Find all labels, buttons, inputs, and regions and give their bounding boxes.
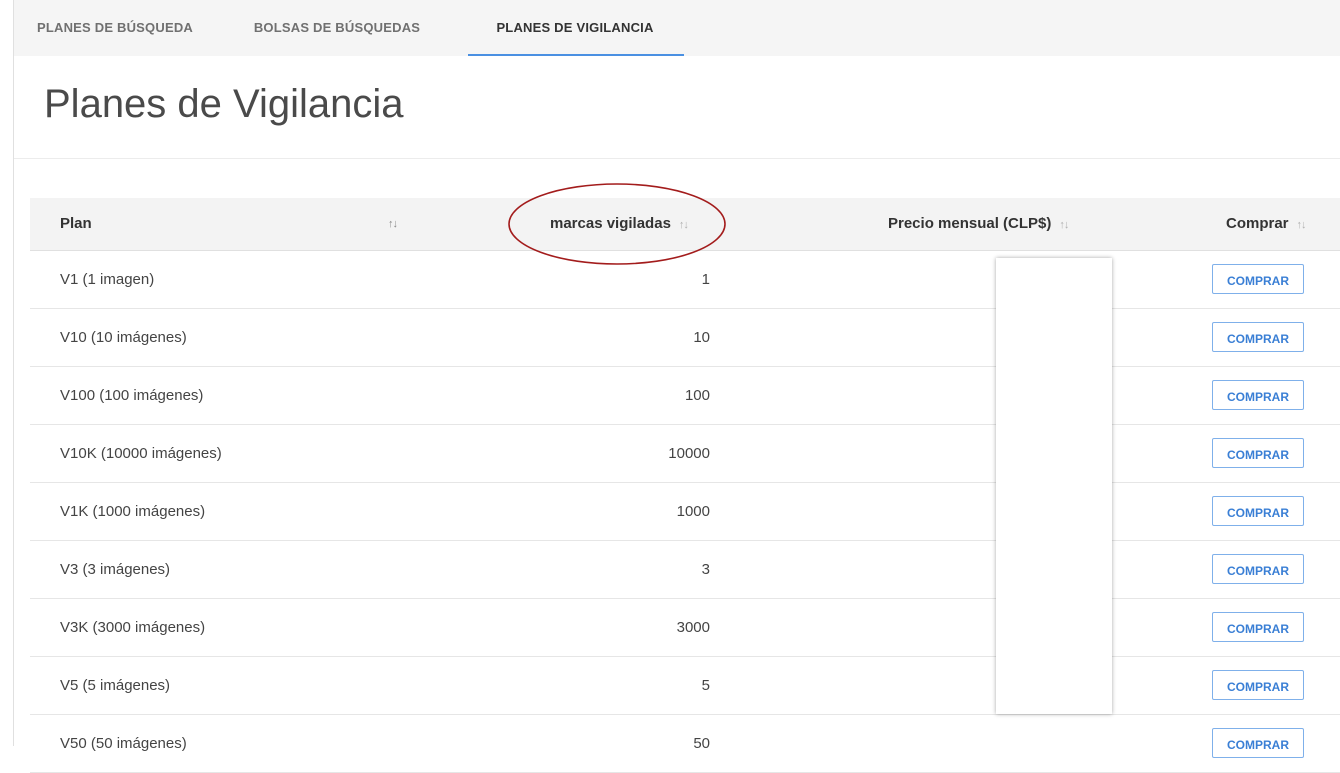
marcas-count: 1000 — [676, 503, 710, 520]
marcas-count: 100 — [684, 387, 710, 404]
title-divider — [14, 158, 1340, 159]
marcas-count: 10000 — [668, 445, 710, 462]
plan-name: V3K (3000 imágenes) — [60, 619, 206, 636]
column-header-precio-mensual[interactable]: Precio mensual (CLP$) ↑↓ — [888, 198, 1069, 250]
plan-name: V3 (3 imágenes) — [60, 561, 171, 578]
plan-name: V5 (5 imágenes) — [60, 677, 171, 694]
left-border — [0, 0, 14, 746]
page-title: Planes de Vigilancia — [44, 82, 404, 126]
comprar-button[interactable]: COMPRAR — [1212, 496, 1304, 526]
active-tab-indicator — [468, 54, 684, 56]
sort-icon: ↑↓ — [1296, 219, 1307, 231]
marcas-count: 3000 — [676, 619, 710, 636]
table-row: V10K (10000 imágenes) 10000 COMPRAR — [30, 425, 1340, 483]
tab-planes-de-busqueda[interactable]: PLANES DE BÚSQUEDA — [34, 0, 196, 56]
column-header-plan[interactable]: Plan — [60, 198, 92, 250]
tab-bar: PLANES DE BÚSQUEDA BOLSAS DE BÚSQUEDAS P… — [14, 0, 1340, 56]
plan-name: V1K (1000 imágenes) — [60, 503, 206, 520]
comprar-button[interactable]: COMPRAR — [1212, 728, 1304, 758]
comprar-button[interactable]: COMPRAR — [1212, 670, 1304, 700]
column-header-buy-label: Comprar — [1226, 215, 1289, 232]
marcas-count: 50 — [693, 735, 710, 752]
tab-bolsas-de-busquedas[interactable]: BOLSAS DE BÚSQUEDAS — [242, 0, 432, 56]
sort-icon[interactable]: ↑↓ — [388, 198, 398, 250]
column-header-comprar[interactable]: Comprar ↑↓ — [1226, 198, 1307, 250]
comprar-button[interactable]: COMPRAR — [1212, 380, 1304, 410]
column-header-plan-label: Plan — [60, 215, 92, 232]
marcas-count: 10 — [693, 329, 710, 346]
table-row: V100 (100 imágenes) 100 COMPRAR — [30, 367, 1340, 425]
plan-name: V10K (10000 imágenes) — [60, 445, 222, 462]
comprar-button[interactable]: COMPRAR — [1212, 264, 1304, 294]
marcas-count: 5 — [701, 677, 710, 694]
column-header-price-label: Precio mensual (CLP$) — [888, 215, 1052, 232]
comprar-button[interactable]: COMPRAR — [1212, 322, 1304, 352]
plan-name: V1 (1 imagen) — [60, 271, 155, 288]
comprar-button[interactable]: COMPRAR — [1212, 612, 1304, 642]
annotation-ellipse — [508, 183, 726, 265]
comprar-button[interactable]: COMPRAR — [1212, 554, 1304, 584]
table-row: V50 (50 imágenes) 50 COMPRAR — [30, 715, 1340, 773]
sort-icon: ↑↓ — [1059, 219, 1069, 231]
marcas-count: 3 — [701, 561, 710, 578]
table-row: V3K (3000 imágenes) 3000 COMPRAR — [30, 599, 1340, 657]
table-row: V5 (5 imágenes) 5 COMPRAR — [30, 657, 1340, 715]
table-row: V3 (3 imágenes) 3 COMPRAR — [30, 541, 1340, 599]
tab-planes-de-vigilancia[interactable]: PLANES DE VIGILANCIA — [464, 0, 686, 56]
redaction-box — [996, 258, 1112, 714]
plan-name: V100 (100 imágenes) — [60, 387, 204, 404]
plan-name: V10 (10 imágenes) — [60, 329, 187, 346]
table-row: V1K (1000 imágenes) 1000 COMPRAR — [30, 483, 1340, 541]
plans-table: Plan ↑↓ marcas vigiladas ↑↓ Precio mensua… — [30, 198, 1340, 773]
plan-name: V50 (50 imágenes) — [60, 735, 187, 752]
comprar-button[interactable]: COMPRAR — [1212, 438, 1304, 468]
table-row: V10 (10 imágenes) 10 COMPRAR — [30, 309, 1340, 367]
